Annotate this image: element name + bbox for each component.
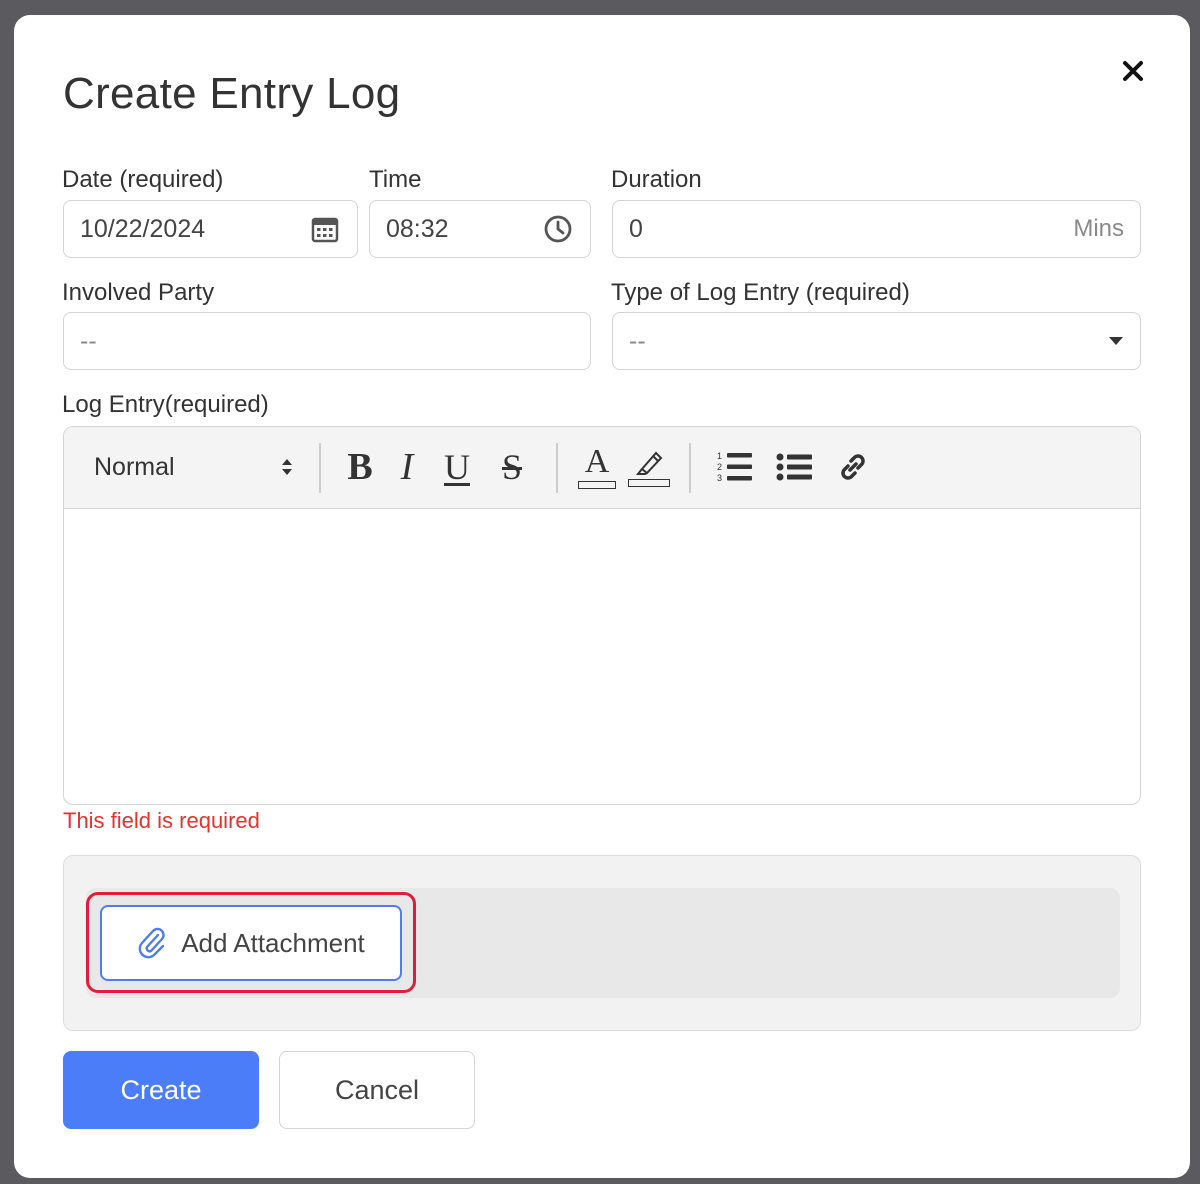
link-icon bbox=[841, 454, 865, 480]
strikethrough-icon: S bbox=[501, 447, 523, 487]
bullet-list-button[interactable] bbox=[774, 441, 816, 493]
log-type-selected: -- bbox=[629, 326, 646, 355]
clock-icon[interactable] bbox=[542, 213, 574, 245]
bold-icon: B bbox=[347, 446, 373, 488]
italic-button[interactable]: I bbox=[390, 441, 424, 493]
toolbar-divider bbox=[319, 443, 321, 493]
italic-icon: I bbox=[400, 446, 414, 488]
log-entry-label: Log Entry(required) bbox=[62, 391, 269, 418]
date-label: Date (required) bbox=[62, 166, 224, 193]
log-type-label: Type of Log Entry (required) bbox=[611, 279, 910, 306]
close-button[interactable] bbox=[1115, 53, 1151, 89]
bold-button[interactable]: B bbox=[341, 441, 379, 493]
time-input[interactable]: 08:32 bbox=[369, 200, 591, 258]
underline-button[interactable]: U bbox=[438, 441, 476, 493]
updown-arrows-icon bbox=[282, 459, 292, 475]
modal-title: Create Entry Log bbox=[63, 69, 401, 118]
date-input[interactable]: 10/22/2024 bbox=[63, 200, 358, 258]
toolbar-divider bbox=[689, 443, 691, 493]
log-type-select[interactable]: -- bbox=[612, 312, 1141, 370]
add-attachment-label: Add Attachment bbox=[181, 927, 365, 958]
date-value: 10/22/2024 bbox=[80, 214, 206, 243]
underline-icon: U bbox=[444, 447, 470, 487]
ordered-list-button[interactable]: 1 2 3 bbox=[714, 441, 756, 493]
log-entry-error: This field is required bbox=[63, 808, 260, 833]
duration-value: 0 bbox=[629, 214, 643, 243]
involved-party-label: Involved Party bbox=[62, 279, 215, 306]
create-entry-log-modal: Create Entry Log Date (required) 10/22/2… bbox=[14, 15, 1190, 1178]
duration-unit: Mins bbox=[1073, 215, 1124, 242]
strikethrough-button[interactable]: S bbox=[492, 441, 532, 493]
duration-label: Duration bbox=[611, 166, 702, 193]
toolbar-divider bbox=[556, 443, 558, 493]
font-color-icon: A bbox=[584, 443, 610, 480]
link-button[interactable] bbox=[832, 441, 874, 493]
create-button[interactable]: Create bbox=[63, 1051, 259, 1129]
calendar-icon[interactable] bbox=[309, 213, 341, 245]
add-attachment-button[interactable]: Add Attachment bbox=[100, 905, 402, 981]
involved-party-input[interactable]: -- bbox=[63, 312, 591, 370]
time-value: 08:32 bbox=[386, 214, 449, 243]
font-color-button[interactable]: A bbox=[576, 441, 618, 493]
heading-select[interactable]: Normal bbox=[94, 441, 294, 493]
log-entry-editor: Normal B I U S A 1 2 3 bbox=[63, 426, 1141, 805]
svg-text:3: 3 bbox=[717, 473, 722, 483]
highlight-button[interactable] bbox=[626, 441, 672, 493]
ordered-list-icon: 1 2 3 bbox=[717, 451, 752, 483]
duration-input[interactable]: 0 Mins bbox=[612, 200, 1141, 258]
svg-text:1: 1 bbox=[717, 451, 722, 461]
heading-select-value: Normal bbox=[94, 452, 175, 481]
cancel-button[interactable]: Cancel bbox=[279, 1051, 475, 1129]
paperclip-icon bbox=[138, 927, 165, 959]
involved-party-placeholder: -- bbox=[80, 326, 97, 355]
editor-toolbar: Normal B I U S A 1 2 3 bbox=[64, 427, 1140, 509]
svg-text:2: 2 bbox=[717, 462, 722, 472]
caret-down-icon bbox=[1109, 337, 1123, 345]
bullet-list-icon bbox=[776, 453, 812, 481]
font-color-swatch bbox=[578, 481, 616, 489]
highlight-swatch bbox=[628, 479, 670, 487]
highlighter-icon bbox=[635, 451, 663, 475]
close-icon bbox=[1123, 61, 1143, 81]
log-entry-textarea[interactable] bbox=[64, 510, 1140, 804]
time-label: Time bbox=[369, 166, 422, 193]
